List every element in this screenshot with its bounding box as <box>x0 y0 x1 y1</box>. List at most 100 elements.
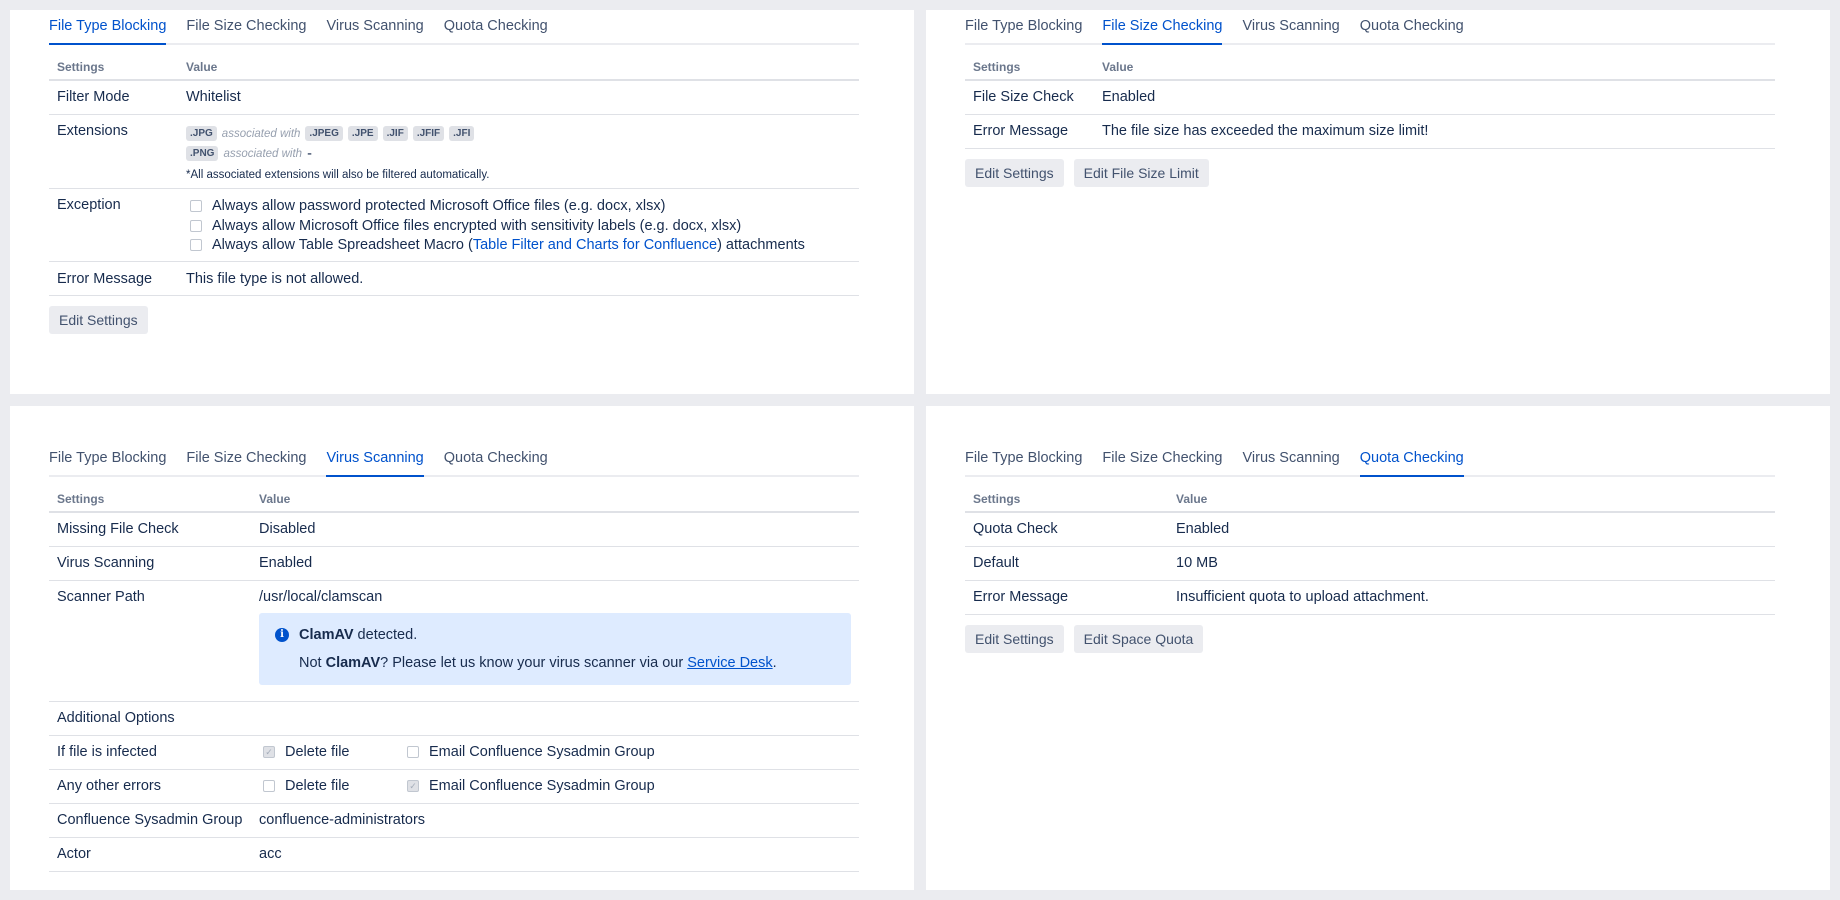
tab-file-type-blocking[interactable]: File Type Blocking <box>49 14 167 45</box>
sysadmin-group-label: Confluence Sysadmin Group <box>49 803 251 838</box>
extension-badge: .PNG <box>186 146 219 161</box>
value-header: Value <box>251 486 859 513</box>
table-row: Virus Scanning Enabled <box>49 546 859 581</box>
exception-option: Always allow Table Spreadsheet Macro (Ta… <box>186 236 851 256</box>
checkbox[interactable] <box>190 219 202 232</box>
quota-check-label: Quota Check <box>965 512 1168 547</box>
quota-checking-panel: File Type Blocking File Size Checking Vi… <box>926 406 1830 890</box>
associated-text: associated with <box>223 147 303 160</box>
filter-mode-value: Whitelist <box>178 80 859 115</box>
edit-settings-button[interactable]: Edit Settings <box>49 306 148 334</box>
edit-space-quota-button[interactable]: Edit Space Quota <box>1073 624 1204 653</box>
error-message-label: Error Message <box>49 261 178 296</box>
exception-value: Always allow password protected Microsof… <box>178 188 859 262</box>
extension-badge: .JIF <box>382 126 408 141</box>
error-message-value: This file type is not allowed. <box>178 261 859 296</box>
table-row: Extensions .JPG associated with .JPEG .J… <box>49 114 859 189</box>
additional-options-label: Additional Options <box>49 701 859 736</box>
table-row: Error Message Insufficient quota to uplo… <box>965 580 1775 615</box>
sysadmin-group-value: confluence-administrators <box>251 803 859 838</box>
actor-value: acc <box>251 837 859 872</box>
exception-text: Always allow Table Spreadsheet Macro (Ta… <box>212 237 805 254</box>
other-errors-label: Any other errors <box>49 769 251 804</box>
default-label: Default <box>965 546 1168 581</box>
info-detected-text: ClamAV detected. <box>299 626 418 643</box>
tab-bar: File Type Blocking File Size Checking Vi… <box>49 446 859 477</box>
table-row: Any other errors Delete file ✓ Email Con… <box>49 769 859 804</box>
email-group-checkbox[interactable] <box>407 746 419 758</box>
exception-label: Exception <box>49 188 178 262</box>
settings-header: Settings <box>965 54 1094 81</box>
file-size-check-label: File Size Check <box>965 80 1094 115</box>
tab-quota-checking[interactable]: Quota Checking <box>444 14 548 43</box>
exception-option: Always allow Microsoft Office files encr… <box>186 216 851 236</box>
table-row: Confluence Sysadmin Group confluence-adm… <box>49 803 859 838</box>
extension-badge: .JPEG <box>305 126 343 141</box>
value-header: Value <box>1094 54 1775 81</box>
checkbox[interactable] <box>190 239 202 252</box>
table-filter-link[interactable]: Table Filter and Charts for Confluence <box>473 237 717 253</box>
service-desk-link[interactable]: Service Desk <box>687 655 772 671</box>
extensions-label: Extensions <box>49 114 178 189</box>
value-header: Value <box>178 54 859 81</box>
tab-file-type-blocking[interactable]: File Type Blocking <box>49 446 166 475</box>
delete-file-checkbox[interactable] <box>263 780 275 792</box>
table-row: Exception Always allow password protecte… <box>49 188 859 262</box>
edit-settings-button[interactable]: Edit Settings <box>965 624 1064 653</box>
missing-file-check-value: Disabled <box>251 512 859 547</box>
edit-file-size-limit-button[interactable]: Edit File Size Limit <box>1073 158 1209 187</box>
table-row: Error Message This file type is not allo… <box>49 261 859 296</box>
default-value: 10 MB <box>1168 546 1775 581</box>
tab-quota-checking[interactable]: Quota Checking <box>444 446 548 475</box>
tab-file-size-checking[interactable]: File Size Checking <box>1102 14 1223 45</box>
info-panel: i ClamAV detected. Not ClamAV? Please le… <box>259 612 851 685</box>
tab-virus-scanning[interactable]: Virus Scanning <box>1242 446 1339 475</box>
settings-header: Settings <box>965 486 1168 513</box>
extension-badge: .JPG <box>186 126 217 141</box>
error-message-label: Error Message <box>965 580 1168 615</box>
file-size-check-value: Enabled <box>1094 80 1775 115</box>
delete-file-text: Delete file <box>285 744 350 760</box>
tab-quota-checking[interactable]: Quota Checking <box>1359 446 1464 477</box>
error-message-label: Error Message <box>965 114 1094 149</box>
scanner-path-value: /usr/local/clamscan i ClamAV detected. N… <box>251 580 859 702</box>
checkbox[interactable] <box>190 200 202 213</box>
scanner-path-label: Scanner Path <box>49 580 251 702</box>
scanner-path-text: /usr/local/clamscan <box>259 588 383 605</box>
table-row: Default 10 MB <box>965 546 1775 581</box>
if-infected-label: If file is infected <box>49 735 251 770</box>
tab-quota-checking[interactable]: Quota Checking <box>1360 14 1464 43</box>
associated-text: associated with <box>221 127 301 140</box>
delete-file-text: Delete file <box>285 778 350 794</box>
tab-bar: File Type Blocking File Size Checking Vi… <box>965 446 1775 477</box>
extension-badge: .JFIF <box>412 126 445 141</box>
email-group-text: Email Confluence Sysadmin Group <box>429 744 655 760</box>
tab-virus-scanning[interactable]: Virus Scanning <box>326 446 425 477</box>
exception-text: Always allow Microsoft Office files encr… <box>212 217 742 234</box>
tab-file-size-checking[interactable]: File Size Checking <box>186 14 306 43</box>
associated-none: - <box>307 145 312 162</box>
filter-mode-label: Filter Mode <box>49 80 178 115</box>
tab-bar: File Type Blocking File Size Checking Vi… <box>965 14 1775 45</box>
if-infected-options: ✓ Delete file Email Confluence Sysadmin … <box>251 735 859 770</box>
file-size-checking-panel: File Type Blocking File Size Checking Vi… <box>926 10 1830 394</box>
edit-settings-button[interactable]: Edit Settings <box>965 158 1064 187</box>
table-row: File Size Check Enabled <box>965 80 1775 115</box>
tab-file-type-blocking[interactable]: File Type Blocking <box>965 14 1082 43</box>
other-errors-options: Delete file ✓ Email Confluence Sysadmin … <box>251 769 859 804</box>
settings-table: Settings Value Quota Check Enabled Defau… <box>965 486 1775 615</box>
error-message-value: Insufficient quota to upload attachment. <box>1168 580 1775 615</box>
settings-header: Settings <box>49 486 251 513</box>
delete-file-checkbox[interactable]: ✓ <box>263 746 275 758</box>
tab-virus-scanning[interactable]: Virus Scanning <box>326 14 423 43</box>
info-subtext: Not ClamAV? Please let us know your viru… <box>299 654 777 671</box>
email-group-text: Email Confluence Sysadmin Group <box>429 778 655 794</box>
email-group-checkbox[interactable]: ✓ <box>407 780 419 792</box>
tab-file-size-checking[interactable]: File Size Checking <box>186 446 306 475</box>
quota-check-value: Enabled <box>1168 512 1775 547</box>
extension-group-jpg: .JPG associated with .JPEG .JPE .JIF .JF… <box>186 125 851 143</box>
tab-virus-scanning[interactable]: Virus Scanning <box>1242 14 1339 43</box>
table-row: Filter Mode Whitelist <box>49 80 859 115</box>
tab-file-type-blocking[interactable]: File Type Blocking <box>965 446 1082 475</box>
tab-file-size-checking[interactable]: File Size Checking <box>1102 446 1222 475</box>
